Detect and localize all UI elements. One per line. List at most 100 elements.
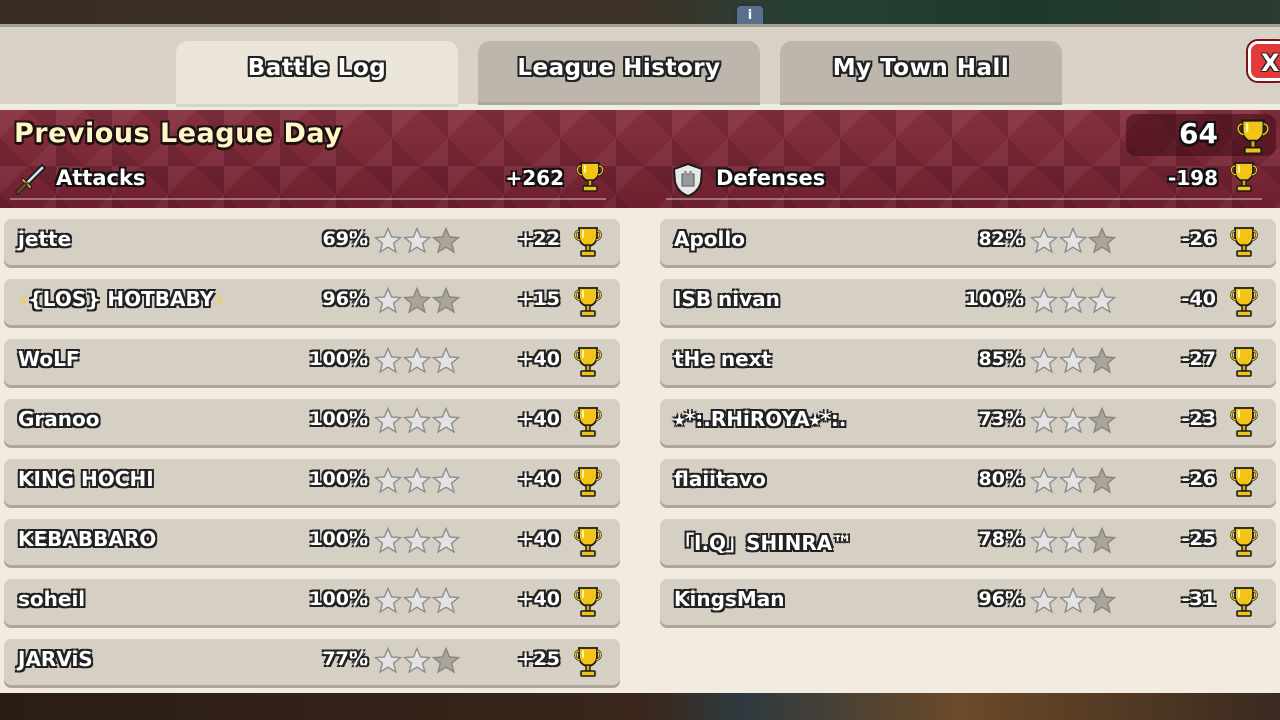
star-empty-icon (1088, 347, 1116, 373)
log-row[interactable]: tHe next 85% -27 (660, 339, 1276, 385)
log-row[interactable]: Apollo 82% -26 (660, 219, 1276, 265)
log-row[interactable]: JARViS 77% +25 (4, 639, 620, 685)
trophy-change: +15 (517, 288, 560, 310)
league-day-banner: Previous League Day 64 Attacks +262 Defe… (0, 110, 1280, 208)
destruction-percent: 77% (322, 648, 368, 670)
star-rating (1030, 587, 1120, 617)
opponent-name: Granoo (18, 407, 100, 431)
star-empty-icon (1088, 467, 1116, 493)
destruction-percent: 100% (965, 288, 1024, 310)
star-empty-icon (1088, 527, 1116, 553)
star-rating (1030, 467, 1120, 497)
trophy-change: -31 (1181, 588, 1216, 610)
star-filled-icon (403, 467, 431, 493)
log-row[interactable]: KEBABBARO 100% +40 (4, 519, 620, 565)
star-filled-icon (374, 287, 402, 313)
opponent-name: Apollo (674, 227, 745, 251)
opponent-name: KingsMan (674, 587, 785, 611)
log-row[interactable]: flaiitavo 80% -26 (660, 459, 1276, 505)
trophy-icon (1230, 226, 1258, 258)
trophy-change: +25 (517, 648, 560, 670)
log-row[interactable]: 「I.Q」SHINRA™ 78% -25 (660, 519, 1276, 565)
destruction-percent: 100% (309, 468, 368, 490)
star-empty-icon (1088, 407, 1116, 433)
trophy-icon (1230, 161, 1258, 193)
log-row[interactable]: WoLF 100% +40 (4, 339, 620, 385)
trophy-change: +40 (517, 408, 560, 430)
opponent-name: ⚡{LOS} HOTBABY⚡ (18, 287, 225, 311)
log-row[interactable]: ISB nivan 100% -40 (660, 279, 1276, 325)
star-filled-icon (432, 527, 460, 553)
tab-league-history[interactable]: League History (478, 41, 760, 105)
star-filled-icon (1030, 527, 1058, 553)
star-rating (374, 407, 464, 437)
trophy-icon (1230, 466, 1258, 498)
destruction-percent: 96% (322, 288, 368, 310)
star-rating (374, 647, 464, 677)
log-row[interactable]: ⚡{LOS} HOTBABY⚡ 96% +15 (4, 279, 620, 325)
attacks-label: Attacks (56, 166, 146, 190)
banner-title: Previous League Day (14, 118, 343, 149)
trophy-change: -23 (1181, 408, 1216, 430)
star-filled-icon (403, 587, 431, 613)
tab-battle-log[interactable]: Battle Log (176, 41, 458, 107)
star-filled-icon (403, 347, 431, 373)
trophy-icon (1230, 286, 1258, 318)
log-row[interactable]: Granoo 100% +40 (4, 399, 620, 445)
defenses-divider (666, 198, 1262, 200)
destruction-percent: 100% (309, 588, 368, 610)
trophy-change: -40 (1181, 288, 1216, 310)
star-filled-icon (1030, 287, 1058, 313)
total-trophies-value: 64 (1179, 117, 1218, 150)
star-filled-icon (1059, 527, 1087, 553)
star-rating (374, 527, 464, 557)
log-row[interactable]: ⭒*:.RHiROYA⭒*:. 73% -23 (660, 399, 1276, 445)
trophy-icon (576, 161, 604, 193)
log-row[interactable]: jette 69% +22 (4, 219, 620, 265)
trophy-change: +40 (517, 348, 560, 370)
destruction-percent: 100% (309, 348, 368, 370)
star-filled-icon (374, 347, 402, 373)
star-empty-icon (432, 647, 460, 673)
sword-icon (15, 163, 47, 195)
star-filled-icon (1030, 407, 1058, 433)
star-filled-icon (403, 527, 431, 553)
lightning-icon: ⚡ (18, 292, 29, 310)
star-rating (1030, 407, 1120, 437)
star-filled-icon (1059, 347, 1087, 373)
log-row[interactable]: KingsMan 96% -31 (660, 579, 1276, 625)
trophy-icon (574, 526, 602, 558)
opponent-name: tHe next (674, 347, 772, 371)
trophy-change: +40 (517, 528, 560, 550)
close-button[interactable]: X (1248, 41, 1280, 81)
trophy-change: -25 (1181, 528, 1216, 550)
trophy-change: +22 (517, 228, 560, 250)
destruction-percent: 100% (309, 408, 368, 430)
star-filled-icon (1059, 227, 1087, 253)
trophy-change: +40 (517, 588, 560, 610)
destruction-percent: 82% (978, 228, 1024, 250)
attacks-total: +262 (505, 166, 564, 190)
star-rating (1030, 347, 1120, 377)
tab-my-town-hall[interactable]: My Town Hall (780, 41, 1062, 105)
attacks-divider (10, 198, 606, 200)
trophy-change: -26 (1181, 468, 1216, 490)
star-filled-icon (374, 467, 402, 493)
log-row[interactable]: soheil 100% +40 (4, 579, 620, 625)
opponent-name: soheil (18, 587, 86, 611)
star-filled-icon (374, 527, 402, 553)
star-empty-icon (432, 227, 460, 253)
trophy-icon (574, 466, 602, 498)
star-filled-icon (1059, 287, 1087, 313)
lightning-icon: ⚡ (214, 292, 225, 310)
trophy-icon (1230, 586, 1258, 618)
trophy-icon (1230, 406, 1258, 438)
opponent-name: ⭒*:.RHiROYA⭒*:. (674, 407, 847, 431)
star-empty-icon (432, 287, 460, 313)
star-rating (374, 467, 464, 497)
star-filled-icon (1059, 467, 1087, 493)
star-rating (374, 227, 464, 257)
log-row[interactable]: KING HOCHI 100% +40 (4, 459, 620, 505)
star-rating (374, 587, 464, 617)
star-filled-icon (1088, 287, 1116, 313)
